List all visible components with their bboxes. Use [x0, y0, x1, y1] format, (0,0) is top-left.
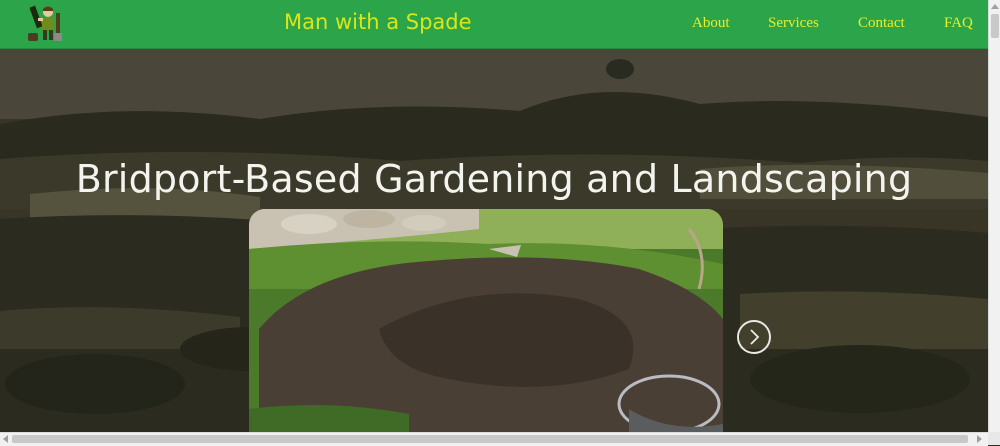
- site-brand-title[interactable]: Man with a Spade: [284, 10, 472, 34]
- chevron-right-icon: [750, 329, 760, 345]
- scrollbar-corner: [988, 432, 1000, 445]
- scroll-left-icon[interactable]: [3, 435, 8, 443]
- nav-link-contact[interactable]: Contact: [858, 15, 905, 32]
- carousel-slide-image[interactable]: [249, 209, 723, 432]
- nav-link-faq[interactable]: FAQ: [944, 15, 973, 32]
- horizontal-scrollbar[interactable]: [0, 432, 988, 446]
- scroll-right-icon[interactable]: [977, 435, 982, 443]
- scroll-up-icon[interactable]: [991, 4, 999, 9]
- vertical-scroll-thumb[interactable]: [991, 14, 999, 38]
- gardener-logo[interactable]: [24, 3, 70, 45]
- nav-link-about[interactable]: About: [692, 15, 730, 32]
- vertical-scrollbar[interactable]: [988, 0, 1000, 432]
- nav-link-services[interactable]: Services: [768, 15, 819, 32]
- carousel-next-button[interactable]: [737, 320, 771, 354]
- hero-section: Bridport-Based Gardening and Landscaping: [0, 49, 988, 432]
- navbar: Man with a Spade About Services Contact …: [0, 0, 988, 49]
- hero-title: Bridport-Based Gardening and Landscaping: [75, 157, 913, 201]
- horizontal-scroll-thumb[interactable]: [12, 435, 968, 443]
